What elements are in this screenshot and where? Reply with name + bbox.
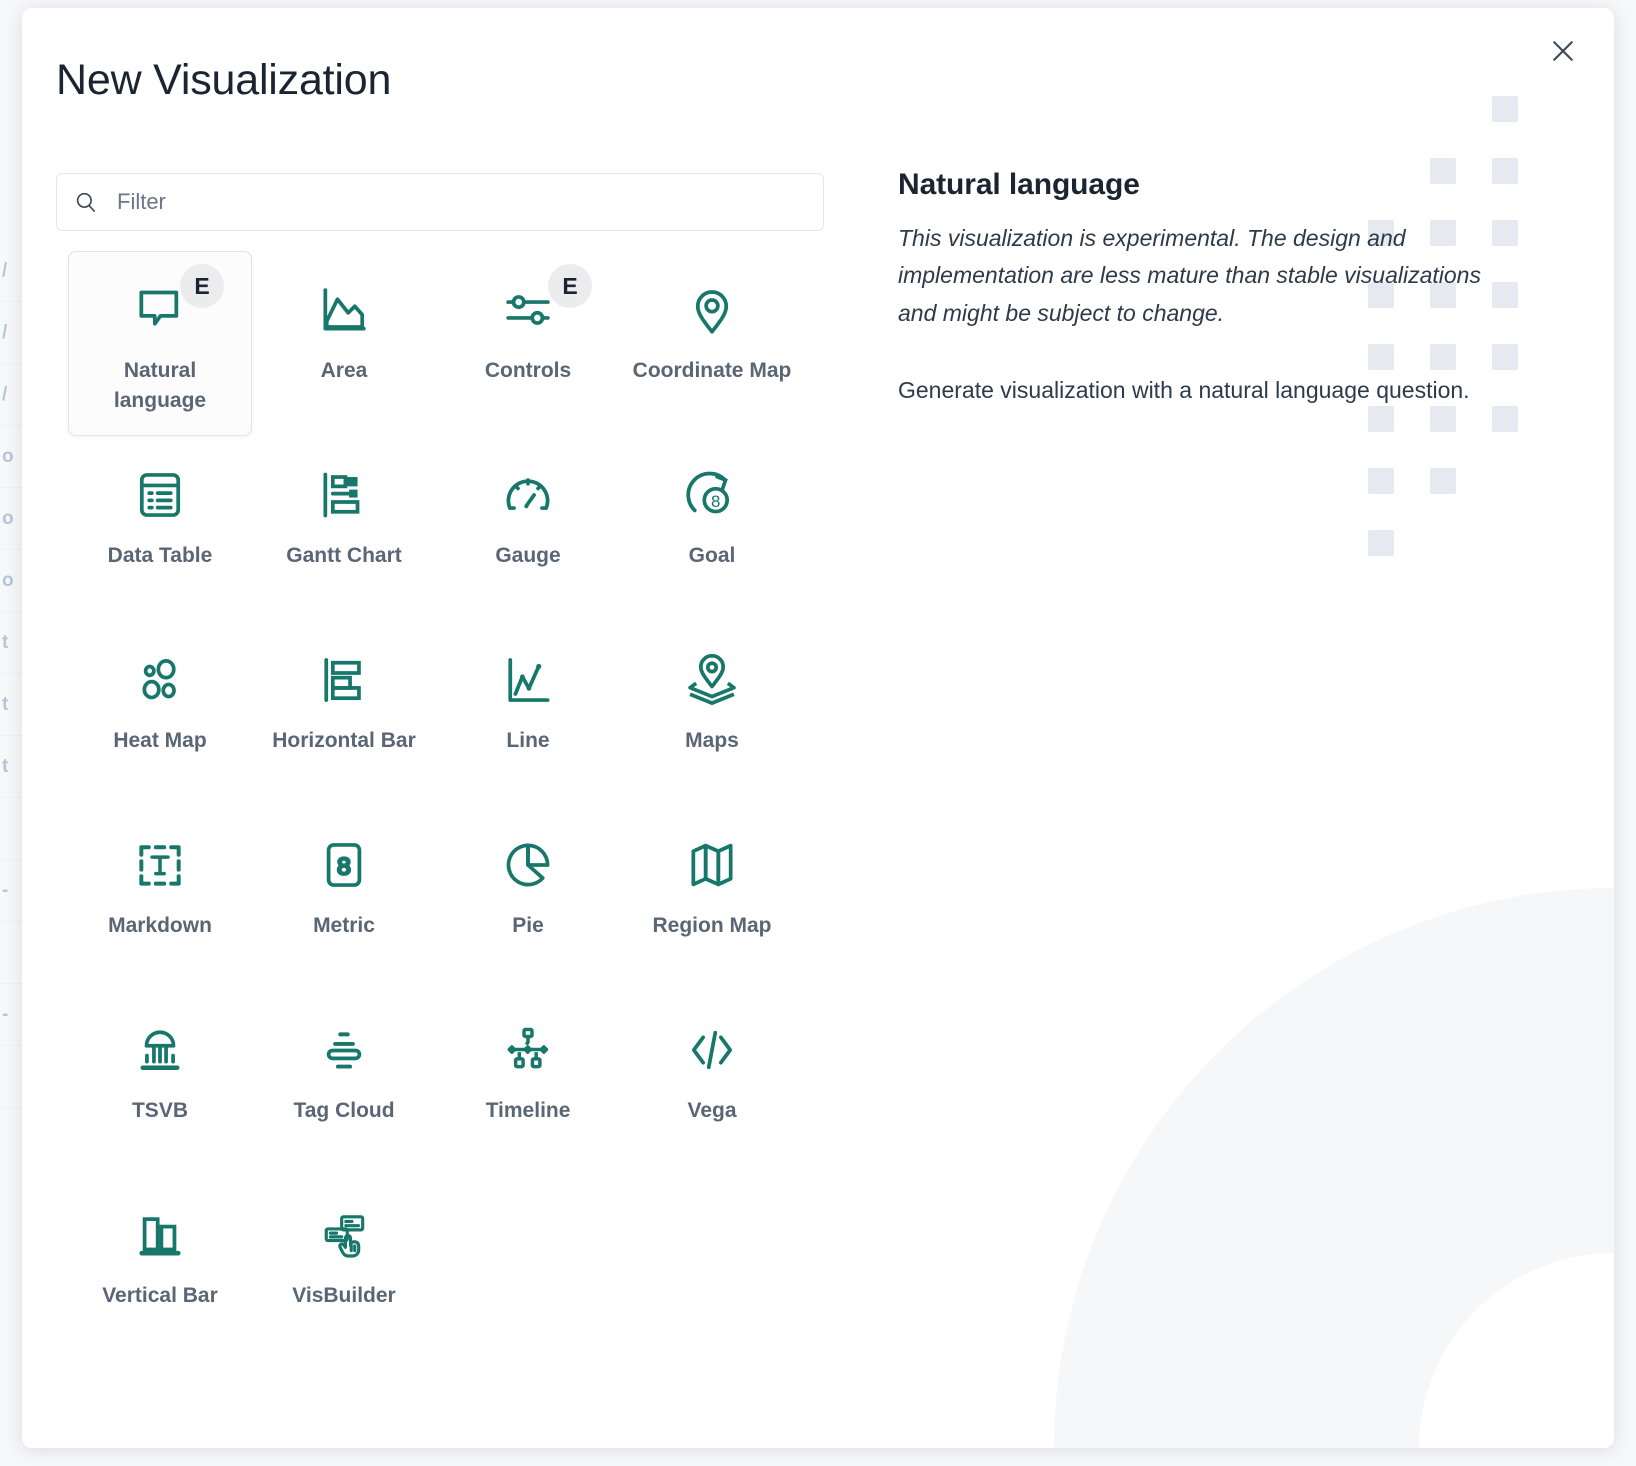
code-brackets-icon	[684, 1018, 740, 1082]
vis-type-label: Tag Cloud	[293, 1096, 394, 1126]
vis-type-label: Timeline	[486, 1096, 571, 1126]
table-icon	[132, 463, 188, 527]
search-icon	[73, 189, 99, 215]
background-row: o	[0, 488, 24, 550]
details-panel: Natural language This visualization is e…	[898, 168, 1518, 409]
svg-text:8: 8	[337, 853, 351, 880]
background-row: /	[0, 302, 24, 364]
vis-type-card-controls[interactable]: E Controls	[436, 251, 620, 436]
experimental-badge: E	[548, 264, 592, 308]
horizontal-bar-icon	[316, 648, 372, 712]
heatmap-icon	[132, 648, 188, 712]
vis-type-card-tsvb[interactable]: TSVB	[68, 991, 252, 1176]
details-title: Natural language	[898, 168, 1518, 202]
details-experimental-note: This visualization is experimental. The …	[898, 220, 1518, 332]
vis-type-label: Metric	[313, 911, 375, 941]
vis-type-label: TSVB	[132, 1096, 188, 1126]
vis-type-card-coordinate-map[interactable]: Coordinate Map	[620, 251, 804, 436]
vis-type-card-data-table[interactable]: Data Table	[68, 436, 252, 621]
vis-type-card-timeline[interactable]: Timeline	[436, 991, 620, 1176]
vis-type-card-gantt-chart[interactable]: Gantt Chart	[252, 436, 436, 621]
vis-type-label: Gantt Chart	[286, 541, 402, 571]
decorative-arc-graphic	[994, 808, 1614, 1448]
vis-type-card-natural-language[interactable]: E Natural language	[68, 251, 252, 436]
vis-type-label: Heat Map	[113, 726, 206, 756]
map-layers-icon	[684, 648, 740, 712]
sliders-icon: E	[500, 278, 556, 342]
vis-type-label: Markdown	[108, 911, 212, 941]
background-row: o	[0, 550, 24, 612]
background-row: /	[0, 364, 24, 426]
background-row: t	[0, 674, 24, 736]
search-input[interactable]	[115, 174, 807, 230]
vis-type-label: Region Map	[653, 911, 772, 941]
vis-type-card-vertical-bar[interactable]: Vertical Bar	[68, 1176, 252, 1361]
visualization-type-grid: E Natural language Area E Controls Coordinate…	[68, 251, 868, 1361]
vis-type-label: Horizontal Bar	[272, 726, 416, 756]
svg-text:8: 8	[711, 492, 720, 511]
vis-type-card-area[interactable]: Area	[252, 251, 436, 436]
close-icon	[1548, 36, 1578, 66]
background-row: t	[0, 736, 24, 798]
background-row	[0, 1046, 24, 1108]
vis-type-label: VisBuilder	[292, 1281, 395, 1311]
folded-map-icon	[684, 833, 740, 897]
timeline-icon	[500, 1018, 556, 1082]
vis-type-card-region-map[interactable]: Region Map	[620, 806, 804, 991]
vis-type-card-pie[interactable]: Pie	[436, 806, 620, 991]
background-row: -	[0, 860, 24, 922]
vis-type-label: Natural language	[80, 356, 240, 417]
vis-type-card-heat-map[interactable]: Heat Map	[68, 621, 252, 806]
visbuilder-icon	[316, 1203, 372, 1267]
gantt-icon	[316, 463, 372, 527]
vis-type-card-visbuilder[interactable]: VisBuilder	[252, 1176, 436, 1361]
background-row: o	[0, 426, 24, 488]
background-row: /	[0, 240, 24, 302]
vis-type-card-goal[interactable]: 8 Goal	[620, 436, 804, 621]
goal-icon: 8	[684, 463, 740, 527]
map-pin-icon	[684, 278, 740, 342]
area-chart-icon	[316, 278, 372, 342]
vis-type-label: Gauge	[495, 541, 560, 571]
vertical-bar-icon	[132, 1203, 188, 1267]
new-visualization-modal: New Visualization ENatural languageAreaE…	[22, 8, 1614, 1448]
vis-type-label: Vertical Bar	[102, 1281, 218, 1311]
vis-type-label: Area	[321, 356, 368, 386]
background-row	[0, 798, 24, 860]
background-row: -	[0, 984, 24, 1046]
vis-type-card-horizontal-bar[interactable]: Horizontal Bar	[252, 621, 436, 806]
background-row	[0, 922, 24, 984]
details-description: Generate visualization with a natural la…	[898, 372, 1518, 409]
page-title: New Visualization	[56, 56, 391, 105]
metric-icon: 8	[316, 833, 372, 897]
line-chart-icon	[500, 648, 556, 712]
filter-search-box[interactable]	[56, 173, 824, 231]
vis-type-card-markdown[interactable]: Markdown	[68, 806, 252, 991]
vis-type-label: Maps	[685, 726, 739, 756]
experimental-badge: E	[180, 264, 224, 308]
vis-type-label: Line	[506, 726, 549, 756]
vis-type-card-gauge[interactable]: Gauge	[436, 436, 620, 621]
vis-type-label: Data Table	[108, 541, 213, 571]
vis-type-card-line[interactable]: Line	[436, 621, 620, 806]
pie-chart-icon	[500, 833, 556, 897]
speech-bubble-icon: E	[132, 278, 188, 342]
vis-type-card-tag-cloud[interactable]: Tag Cloud	[252, 991, 436, 1176]
vis-type-card-vega[interactable]: Vega	[620, 991, 804, 1176]
vis-type-label: Pie	[512, 911, 544, 941]
gauge-icon	[500, 463, 556, 527]
vis-type-label: Coordinate Map	[633, 356, 792, 386]
vis-type-label: Goal	[689, 541, 736, 571]
background-row-list: ///ooottt--	[0, 240, 24, 1108]
tag-cloud-icon	[316, 1018, 372, 1082]
vis-type-card-maps[interactable]: Maps	[620, 621, 804, 806]
markdown-text-icon	[132, 833, 188, 897]
close-button[interactable]	[1540, 28, 1586, 74]
vis-type-label: Vega	[687, 1096, 736, 1126]
tsvb-icon	[132, 1018, 188, 1082]
background-row: t	[0, 612, 24, 674]
vis-type-card-metric[interactable]: 8 Metric	[252, 806, 436, 991]
vis-type-label: Controls	[485, 356, 571, 386]
